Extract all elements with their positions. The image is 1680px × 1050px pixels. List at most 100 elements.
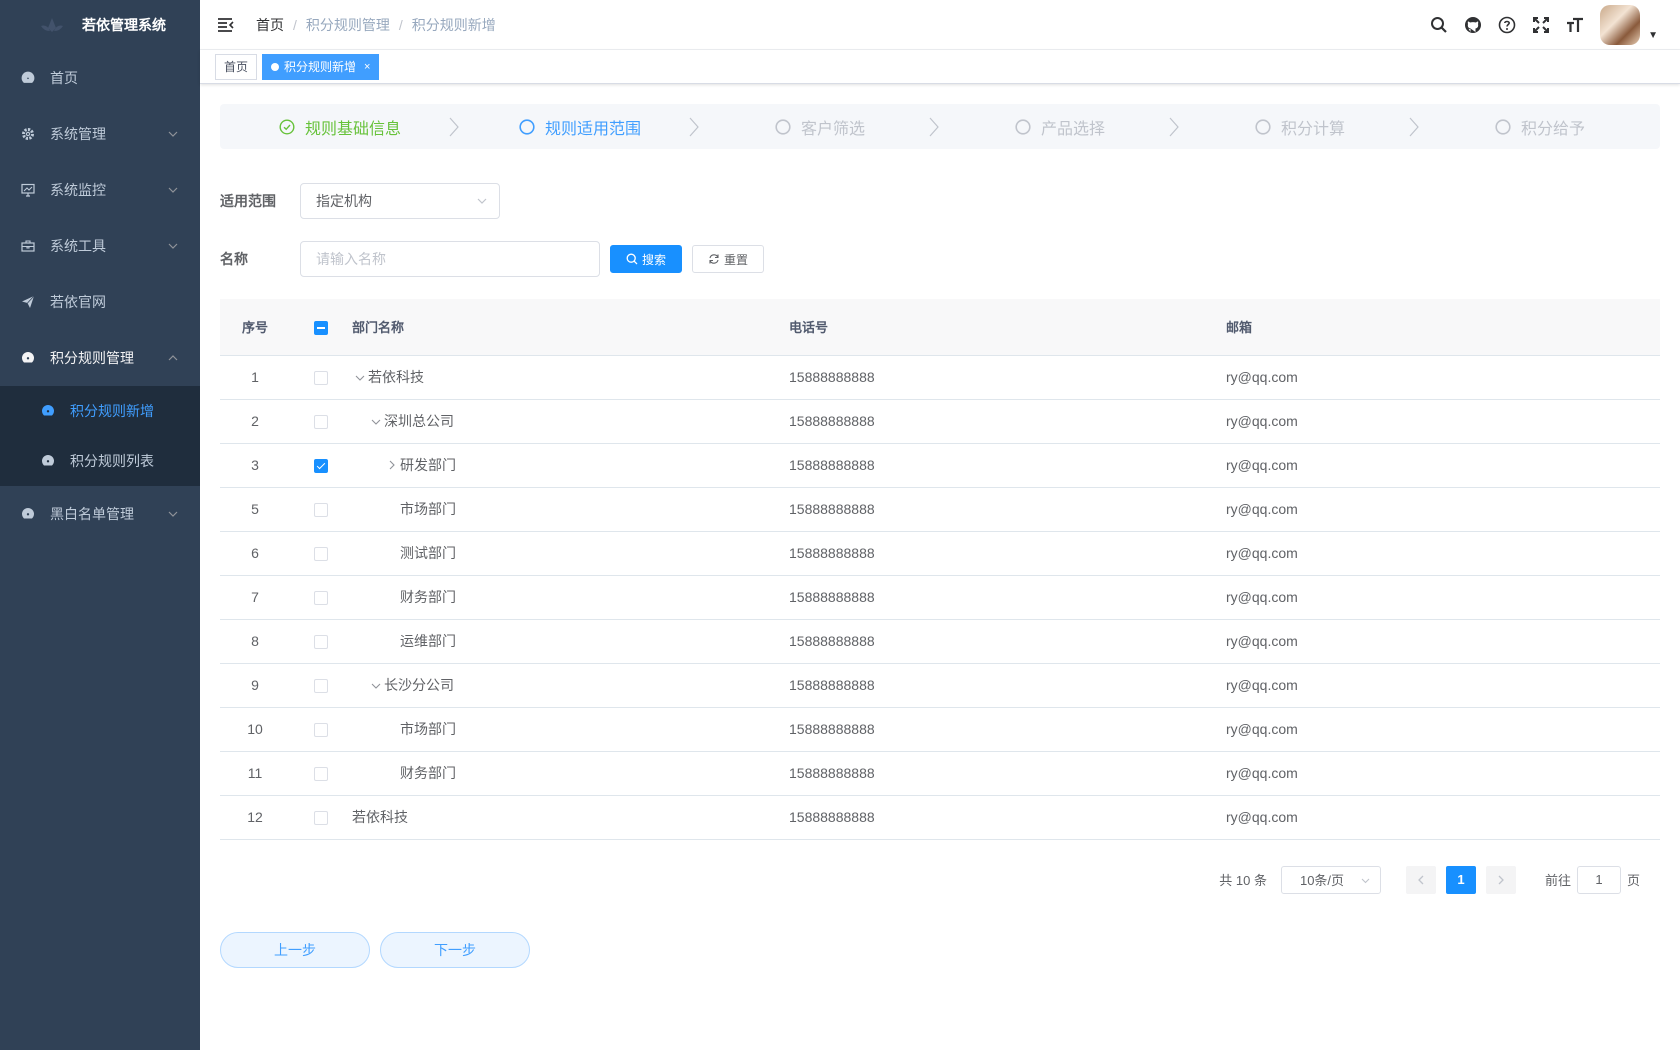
question-icon[interactable] <box>1490 0 1524 50</box>
cell-select <box>290 443 352 488</box>
row-checkbox[interactable] <box>314 811 328 826</box>
row-checkbox[interactable] <box>314 503 328 518</box>
table-row: 10 市场部门 15888888888 ry@qq.com <box>220 707 1660 752</box>
sidebar-item-label: 系统管理 <box>50 126 106 142</box>
caret-down-icon[interactable]: ▼ <box>1648 30 1658 41</box>
reset-button[interactable]: 重置 <box>692 245 765 273</box>
sidebar-item-label: 积分规则列表 <box>70 453 154 469</box>
active-dot-icon <box>271 62 280 71</box>
cell-email: ry@qq.com <box>1226 751 1660 796</box>
chevron-down-icon[interactable] <box>352 373 368 385</box>
cell-email: ry@qq.com <box>1226 399 1660 444</box>
name-search-input[interactable] <box>300 241 600 277</box>
column-header-index: 序号 <box>220 299 290 356</box>
breadcrumb-home[interactable]: 首页 <box>256 15 284 35</box>
row-checkbox[interactable] <box>314 767 328 782</box>
check-circle-icon <box>279 118 295 135</box>
cell-index: 9 <box>220 663 290 708</box>
chevron-down-icon[interactable] <box>368 417 384 429</box>
step-scope: 规则适用范围 <box>460 115 700 139</box>
close-icon[interactable]: × <box>364 55 370 79</box>
chevron-right-icon[interactable] <box>384 460 400 473</box>
row-checkbox[interactable] <box>314 459 328 474</box>
sidebar-item-blacklist[interactable]: 黑白名单管理 <box>0 486 200 542</box>
department-name: 测试部门 <box>400 545 456 561</box>
cell-email: ry@qq.com <box>1226 355 1660 400</box>
sidebar-item-system[interactable]: 系统管理 <box>0 106 200 162</box>
font-size-icon[interactable] <box>1558 0 1592 50</box>
row-checkbox[interactable] <box>314 679 328 694</box>
sidebar-item-label: 首页 <box>50 70 78 86</box>
gear-icon <box>20 126 36 142</box>
select-all-checkbox[interactable] <box>314 320 328 335</box>
search-button[interactable]: 搜索 <box>610 245 683 273</box>
submenu-points-rules: 积分规则新增 积分规则列表 <box>0 386 200 486</box>
chevron-down-icon <box>1361 878 1370 883</box>
step-actions: 上一步 下一步 <box>220 931 1660 968</box>
row-checkbox[interactable] <box>314 635 328 650</box>
cell-phone: 15888888888 <box>789 399 1226 444</box>
step-label: 客户筛选 <box>800 120 865 138</box>
table-row: 11 财务部门 15888888888 ry@qq.com <box>220 751 1660 796</box>
cell-select <box>290 531 352 576</box>
row-checkbox[interactable] <box>314 415 328 430</box>
sidebar-item-points-rule-add[interactable]: 积分规则新增 <box>0 386 200 436</box>
search-icon[interactable] <box>1422 0 1456 50</box>
cell-phone: 15888888888 <box>789 751 1226 796</box>
scope-select[interactable]: 指定机构 <box>300 183 500 219</box>
sidebar-item-points-rule-list[interactable]: 积分规则列表 <box>0 436 200 486</box>
table-body: 1 若依科技 15888888888 ry@qq.com 2 深圳总公司 158888888… <box>220 355 1660 840</box>
pagination-total: 共 10 条 <box>1219 873 1267 888</box>
table-row: 12 若依科技 15888888888 ry@qq.com <box>220 795 1660 840</box>
goto-suffix: 页 <box>1626 873 1640 888</box>
cell-department-name: 运维部门 <box>352 619 789 664</box>
tag-home[interactable]: 首页 <box>215 53 258 80</box>
circle-icon <box>519 118 535 135</box>
sidebar-item-tools[interactable]: 系统工具 <box>0 218 200 274</box>
cell-phone: 15888888888 <box>789 443 1226 488</box>
chevron-right-icon <box>449 117 459 136</box>
step-customer-filter: 客户筛选 <box>700 115 940 139</box>
cell-email: ry@qq.com <box>1226 707 1660 752</box>
chevron-down-icon <box>168 511 178 517</box>
sidebar-item-label: 系统监控 <box>50 182 106 198</box>
tags-view: 首页 积分规则新增 × <box>200 50 1680 84</box>
sidebar-item-official-site[interactable]: 若依官网 <box>0 274 200 330</box>
cell-index: 8 <box>220 619 290 664</box>
scope-select-value: 指定机构 <box>316 193 372 209</box>
row-checkbox[interactable] <box>314 547 328 562</box>
sidebar: 若依管理系统 首页 系统管理 系统监控 系统工具 若依官网 积分规则管理 积分规… <box>0 0 200 1050</box>
avatar[interactable] <box>1600 5 1641 45</box>
breadcrumb-points-rules: 积分规则管理 <box>305 16 390 33</box>
fullscreen-icon[interactable] <box>1524 0 1558 50</box>
department-name: 财务部门 <box>400 765 456 781</box>
tag-points-rule-add[interactable]: 积分规则新增 × <box>262 53 380 80</box>
cell-select <box>290 619 352 664</box>
page-size-select[interactable]: 10条/页 <box>1280 865 1381 894</box>
chevron-down-icon[interactable] <box>368 681 384 693</box>
github-icon[interactable] <box>1456 0 1490 50</box>
row-checkbox[interactable] <box>314 371 328 386</box>
goto-prefix: 前往 <box>1544 873 1571 888</box>
cell-index: 5 <box>220 487 290 532</box>
sidebar-item-home[interactable]: 首页 <box>0 50 200 106</box>
page-jumper: 前往 页 <box>1544 865 1640 894</box>
department-name: 运维部门 <box>400 633 456 649</box>
table-row: 9 长沙分公司 15888888888 ry@qq.com <box>220 663 1660 708</box>
sidebar-item-points-rules[interactable]: 积分规则管理 <box>0 330 200 386</box>
main-content: 规则基础信息 规则适用范围 客户筛选 产品选择 积分计算 积分给予 适用范围 指… <box>220 104 1660 968</box>
sidebar-item-monitor[interactable]: 系统监控 <box>0 162 200 218</box>
prev-step-button[interactable]: 上一步 <box>220 931 370 968</box>
dashboard-icon <box>20 70 36 86</box>
row-checkbox[interactable] <box>314 591 328 606</box>
table-row: 1 若依科技 15888888888 ry@qq.com <box>220 355 1660 400</box>
next-page-button[interactable] <box>1485 865 1516 894</box>
hamburger-icon[interactable] <box>216 15 236 35</box>
next-step-button[interactable]: 下一步 <box>380 931 530 968</box>
page-number-button[interactable]: 1 <box>1445 865 1476 894</box>
row-checkbox[interactable] <box>314 723 328 738</box>
logo[interactable]: 若依管理系统 <box>0 0 200 50</box>
name-label: 名称 <box>220 251 248 267</box>
goto-page-input[interactable] <box>1576 865 1621 894</box>
prev-page-button[interactable] <box>1405 865 1436 894</box>
